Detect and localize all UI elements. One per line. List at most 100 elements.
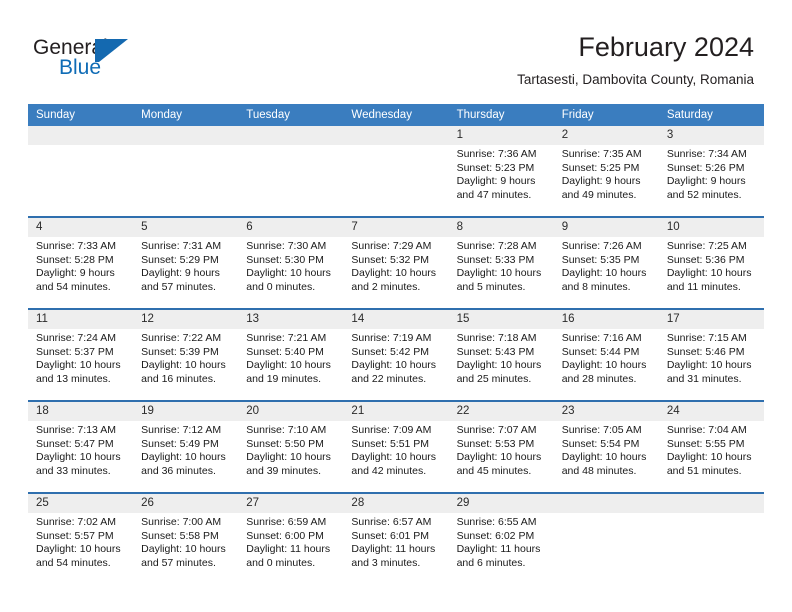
day-number[interactable]: 13 [238,310,343,329]
day-cell[interactable]: Sunrise: 7:18 AM Sunset: 5:43 PM Daylight:… [449,329,554,400]
calendar-week-row: 4 5 6 7 8 9 10 Sunrise: 7:33 AM Sunset: 5:28 PM D… [28,216,764,308]
day-cell[interactable]: Sunrise: 7:22 AM Sunset: 5:39 PM Daylight:… [133,329,238,400]
sunrise-text: Sunrise: 7:13 AM [36,424,116,436]
day-cell[interactable]: Sunrise: 7:21 AM Sunset: 5:40 PM Daylight:… [238,329,343,400]
day-number[interactable]: 19 [133,402,238,421]
daylight-text: Daylight: 10 hours [561,359,647,372]
daylight-text: and 36 minutes. [141,464,216,477]
day-number[interactable]: 4 [28,218,133,237]
day-cell[interactable]: Sunrise: 7:36 AM Sunset: 5:23 PM Daylight:… [449,145,554,216]
sunset-text: Sunset: 5:39 PM [141,345,219,358]
daylight-text: and 47 minutes. [456,188,532,201]
day-number[interactable]: 25 [28,494,133,513]
day-number[interactable]: 29 [449,494,554,513]
daylight-text: Daylight: 10 hours [36,359,121,372]
week-detail-band: Sunrise: 7:02 AM Sunset: 5:57 PM Daylight:… [28,513,764,584]
sunrise-text: Sunrise: 7:22 AM [141,332,222,344]
sunset-text: Sunset: 6:01 PM [351,529,430,542]
day-number[interactable]: 11 [28,310,133,329]
day-number[interactable]: 18 [28,402,133,421]
weekday-header-sunday: Sunday [36,109,76,121]
daylight-text: and 3 minutes. [351,556,421,569]
day-number[interactable]: 26 [133,494,238,513]
page-title: February 2024 [578,32,754,62]
day-cell[interactable]: Sunrise: 7:24 AM Sunset: 5:37 PM Daylight:… [28,329,133,400]
sunrise-text: Sunrise: 7:31 AM [141,240,222,252]
day-cell[interactable]: Sunrise: 7:02 AM Sunset: 5:57 PM Daylight:… [28,513,133,584]
brand-logo[interactable]: General Blue [33,36,213,88]
daylight-text: and 31 minutes. [666,372,742,385]
sunset-text: Sunset: 5:33 PM [456,253,535,266]
day-cell[interactable]: Sunrise: 7:05 AM Sunset: 5:54 PM Daylight:… [554,421,659,492]
day-cell[interactable]: Sunrise: 7:26 AM Sunset: 5:35 PM Daylight:… [554,237,659,308]
sunrise-text: Sunrise: 7:29 AM [351,240,432,252]
sunrise-text: Sunrise: 6:59 AM [246,516,327,528]
day-cell[interactable]: Sunrise: 7:15 AM Sunset: 5:46 PM Daylight:… [659,329,764,400]
sunset-text: Sunset: 5:55 PM [666,437,745,450]
day-number[interactable]: 23 [554,402,659,421]
weekday-header-wednesday: Wednesday [351,109,412,121]
day-number[interactable]: 28 [343,494,448,513]
sunrise-text: Sunrise: 7:18 AM [456,332,537,344]
day-cell[interactable]: Sunrise: 7:25 AM Sunset: 5:36 PM Daylight:… [659,237,764,308]
sunset-text: Sunset: 5:46 PM [666,345,745,358]
sunrise-text: Sunrise: 7:33 AM [36,240,116,252]
daylight-text: and 0 minutes. [246,280,316,293]
day-number[interactable]: 24 [659,402,764,421]
day-cell[interactable]: Sunrise: 7:07 AM Sunset: 5:53 PM Daylight:… [449,421,554,492]
day-cell[interactable]: Sunrise: 7:34 AM Sunset: 5:26 PM Daylight:… [659,145,764,216]
day-number[interactable]: 14 [343,310,448,329]
sunset-text: Sunset: 5:35 PM [561,253,640,266]
day-cell[interactable]: Sunrise: 7:12 AM Sunset: 5:49 PM Daylight:… [133,421,238,492]
day-number[interactable]: 8 [449,218,554,237]
day-cell[interactable]: Sunrise: 7:09 AM Sunset: 5:51 PM Daylight:… [343,421,448,492]
daylight-text: Daylight: 10 hours [666,451,752,464]
day-cell[interactable]: Sunrise: 7:13 AM Sunset: 5:47 PM Daylight:… [28,421,133,492]
day-number[interactable]: 3 [659,126,764,145]
day-number[interactable]: 21 [343,402,448,421]
day-cell[interactable]: Sunrise: 7:04 AM Sunset: 5:55 PM Daylight:… [659,421,764,492]
day-cell[interactable]: Sunrise: 7:19 AM Sunset: 5:42 PM Daylight:… [343,329,448,400]
day-number[interactable]: 20 [238,402,343,421]
sunrise-text: Sunrise: 7:30 AM [246,240,327,252]
daylight-text: and 49 minutes. [561,188,637,201]
day-number[interactable]: 6 [238,218,343,237]
day-number[interactable]: 15 [449,310,554,329]
day-cell[interactable]: Sunrise: 7:35 AM Sunset: 5:25 PM Daylight:… [554,145,659,216]
weekday-header-friday: Friday [561,109,594,121]
day-number[interactable]: 12 [133,310,238,329]
day-cell[interactable]: Sunrise: 7:00 AM Sunset: 5:58 PM Daylight:… [133,513,238,584]
day-cell[interactable]: Sunrise: 6:59 AM Sunset: 6:00 PM Daylight:… [238,513,343,584]
sunrise-text: Sunrise: 7:07 AM [456,424,537,436]
day-cell[interactable]: Sunrise: 7:31 AM Sunset: 5:29 PM Daylight:… [133,237,238,308]
sunset-text: Sunset: 5:51 PM [351,437,430,450]
day-number[interactable]: 2 [554,126,659,145]
daylight-text: and 45 minutes. [456,464,532,477]
week-detail-band: Sunrise: 7:24 AM Sunset: 5:37 PM Daylight:… [28,329,764,400]
day-cell[interactable]: Sunrise: 6:55 AM Sunset: 6:02 PM Daylight:… [449,513,554,584]
daylight-text: Daylight: 9 hours [666,175,746,188]
day-cell[interactable]: Sunrise: 7:29 AM Sunset: 5:32 PM Daylight:… [343,237,448,308]
day-number[interactable]: 16 [554,310,659,329]
day-number[interactable]: 7 [343,218,448,237]
day-cell[interactable]: Sunrise: 7:10 AM Sunset: 5:50 PM Daylight:… [238,421,343,492]
weekday-header-row: Sunday Monday Tuesday Wednesday Thursday Frid… [28,104,764,126]
day-cell[interactable]: Sunrise: 7:28 AM Sunset: 5:33 PM Daylight:… [449,237,554,308]
day-number[interactable]: 10 [659,218,764,237]
day-cell[interactable]: Sunrise: 7:33 AM Sunset: 5:28 PM Daylight:… [28,237,133,308]
day-cell-empty [28,145,133,216]
daylight-text: Daylight: 10 hours [456,267,542,280]
daylight-text: and 39 minutes. [246,464,321,477]
day-number[interactable]: 9 [554,218,659,237]
day-number[interactable]: 27 [238,494,343,513]
day-cell[interactable]: Sunrise: 7:16 AM Sunset: 5:44 PM Daylight:… [554,329,659,400]
day-cell[interactable]: Sunrise: 7:30 AM Sunset: 5:30 PM Daylight:… [238,237,343,308]
day-number[interactable]: 5 [133,218,238,237]
sunset-text: Sunset: 5:40 PM [246,345,324,358]
day-number[interactable]: 1 [449,126,554,145]
daylight-text: and 2 minutes. [351,280,421,293]
day-number[interactable]: 17 [659,310,764,329]
day-cell[interactable]: Sunrise: 6:57 AM Sunset: 6:01 PM Daylight:… [343,513,448,584]
day-number[interactable]: 22 [449,402,554,421]
sunrise-text: Sunrise: 7:04 AM [666,424,747,436]
